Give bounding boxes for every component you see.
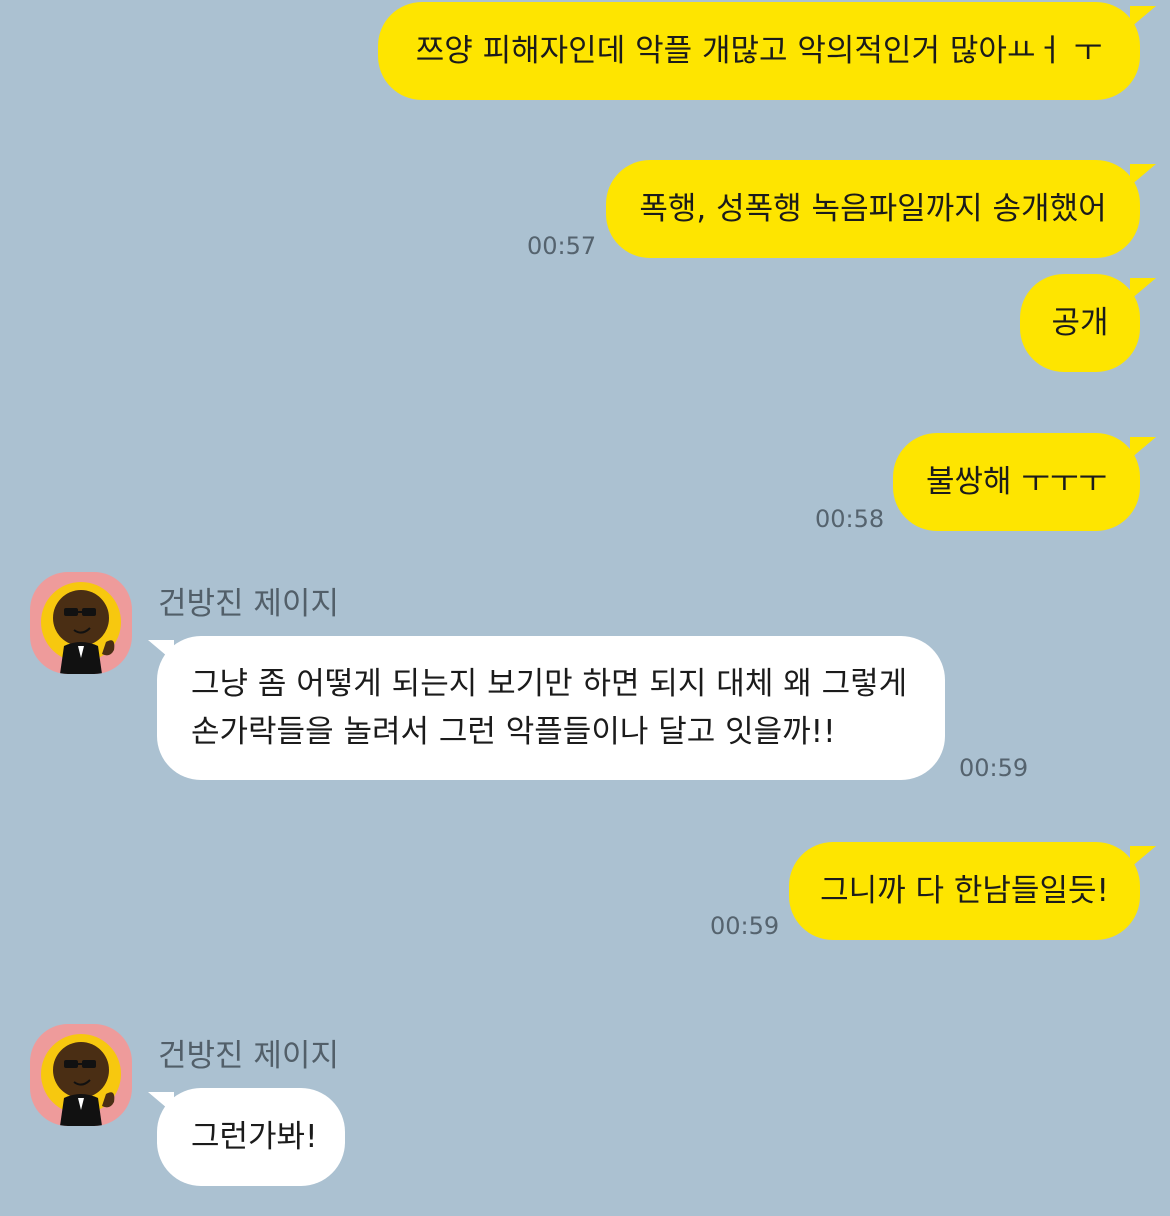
bubble-tail <box>1130 164 1156 186</box>
my-message-bubble[interactable]: 폭행, 성폭행 녹음파일까지 송개했어 <box>606 160 1140 258</box>
message-text: 쯔양 피해자인데 악플 개많고 악의적인거 많아ㅛㅓ ㅜ <box>415 33 1103 69</box>
message-text: 그런가봐! <box>191 1119 318 1155</box>
message-time: 00:58 <box>815 505 885 533</box>
jay-g-character-icon <box>41 1034 121 1126</box>
message-time: 00:59 <box>710 912 780 940</box>
message-text: 공개 <box>1051 305 1109 341</box>
sender-name[interactable]: 건방진 제이지 <box>158 1030 339 1075</box>
bubble-tail <box>1130 278 1156 300</box>
profile-avatar[interactable] <box>30 572 132 674</box>
bubble-tail <box>1130 6 1156 28</box>
profile-avatar[interactable] <box>30 1024 132 1126</box>
their-message-bubble[interactable]: 그냥 좀 어떻게 되는지 보기만 하면 되지 대체 왜 그렇게 손가락들을 놀려… <box>157 636 945 780</box>
my-message-bubble[interactable]: 공개 <box>1020 274 1140 372</box>
jay-g-character-icon <box>41 582 121 674</box>
my-message-bubble[interactable]: 그니까 다 한남들일듯! <box>789 842 1140 940</box>
sender-name[interactable]: 건방진 제이지 <box>158 578 339 623</box>
chat-area[interactable]: 쯔양 피해자인데 악플 개많고 악의적인거 많아ㅛㅓ ㅜ 폭행, 성폭행 녹음파… <box>0 0 1170 1216</box>
message-time: 00:57 <box>527 232 597 260</box>
message-text: 폭행, 성폭행 녹음파일까지 송개했어 <box>639 191 1107 227</box>
message-line: 손가락들을 놀려서 그런 악플들이나 달고 잇을까!! <box>191 714 836 750</box>
message-text: 그니까 다 한남들일듯! <box>820 873 1109 909</box>
bubble-tail <box>1130 437 1156 459</box>
message-line: 그냥 좀 어떻게 되는지 보기만 하면 되지 대체 왜 그렇게 <box>191 666 908 702</box>
their-message-bubble[interactable]: 그런가봐! <box>157 1088 345 1186</box>
message-text: 불쌍해 ㅜㅜㅜ <box>926 464 1107 500</box>
my-message-bubble[interactable]: 쯔양 피해자인데 악플 개많고 악의적인거 많아ㅛㅓ ㅜ <box>378 2 1140 100</box>
message-time: 00:59 <box>959 754 1029 782</box>
bubble-tail <box>1130 846 1156 868</box>
my-message-bubble[interactable]: 불쌍해 ㅜㅜㅜ <box>893 433 1140 531</box>
